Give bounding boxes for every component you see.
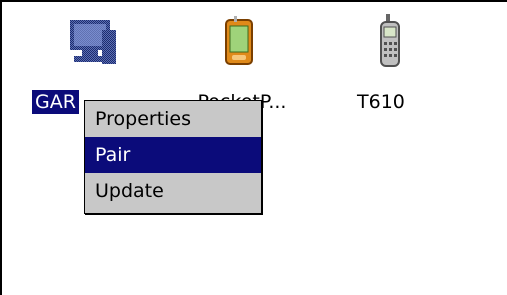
menu-item-update[interactable]: Update	[85, 173, 261, 209]
computer-icon	[32, 2, 152, 64]
menu-item-properties[interactable]: Properties	[85, 101, 261, 137]
device-label-garmin[interactable]: GAR	[32, 90, 79, 114]
pda-icon	[182, 2, 302, 65]
menu-item-pair[interactable]: Pair	[85, 137, 261, 173]
mobile-phone-icon	[332, 2, 452, 67]
device-label-t610[interactable]: T610	[357, 90, 405, 114]
device-item-t610[interactable]: T610	[332, 2, 452, 132]
device-list-pane: GAR PocketP...	[2, 2, 507, 295]
context-menu: Properties Pair Update	[84, 100, 262, 214]
